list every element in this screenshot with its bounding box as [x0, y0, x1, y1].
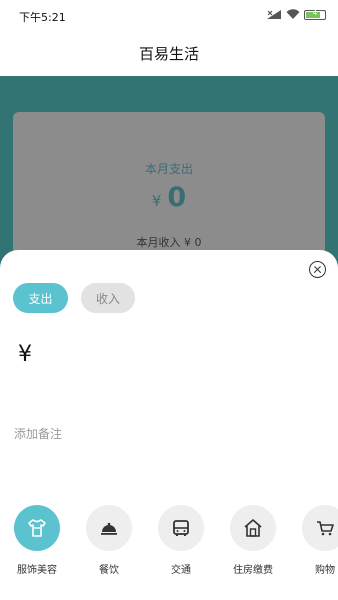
category-shopping[interactable]: 购物 — [290, 505, 338, 576]
status-bar: 下午5:21 4 — [0, 0, 338, 30]
battery-icon: 4 — [304, 8, 326, 20]
category-dining[interactable]: 餐饮 — [74, 505, 144, 576]
monthly-summary-card: 本月支出 ¥0 本月收入 ¥ 0 — [13, 112, 325, 272]
monthly-expense-label: 本月支出 — [144, 162, 193, 176]
cart-icon — [302, 505, 338, 551]
house-icon — [230, 505, 276, 551]
monthly-income-text: 本月收入 ¥ 0 — [136, 236, 202, 249]
tab-expense[interactable]: 支出 — [13, 283, 68, 313]
expense-value: 0 — [167, 182, 187, 213]
tab-income[interactable]: 收入 — [81, 283, 135, 313]
amount-input[interactable]: ¥ — [18, 342, 32, 367]
category-label: 购物 — [315, 565, 335, 576]
close-icon[interactable] — [309, 261, 326, 278]
app-title: 百易生活 — [138, 44, 199, 63]
category-label: 餐饮 — [99, 565, 119, 576]
signal-icon — [267, 10, 281, 19]
battery-level: 4 — [312, 8, 318, 17]
shirt-icon — [14, 505, 60, 551]
app-header: 百易生活 — [0, 30, 338, 76]
category-clothing-beauty[interactable]: 服饰美容 — [2, 505, 72, 576]
category-label: 住房缴费 — [233, 565, 273, 576]
bus-icon — [158, 505, 204, 551]
category-housing[interactable]: 住房缴费 — [218, 505, 288, 576]
cloche-icon — [86, 505, 132, 551]
note-input[interactable]: 添加备注 — [14, 425, 62, 442]
category-transport[interactable]: 交通 — [146, 505, 216, 576]
category-label: 交通 — [171, 565, 191, 576]
category-label: 服饰美容 — [17, 565, 57, 576]
status-time: 下午5:21 — [19, 11, 66, 24]
currency-symbol: ¥ — [151, 192, 162, 210]
wifi-icon — [286, 9, 300, 19]
monthly-expense-amount: ¥0 — [13, 182, 325, 213]
status-icons: 4 — [266, 9, 326, 20]
